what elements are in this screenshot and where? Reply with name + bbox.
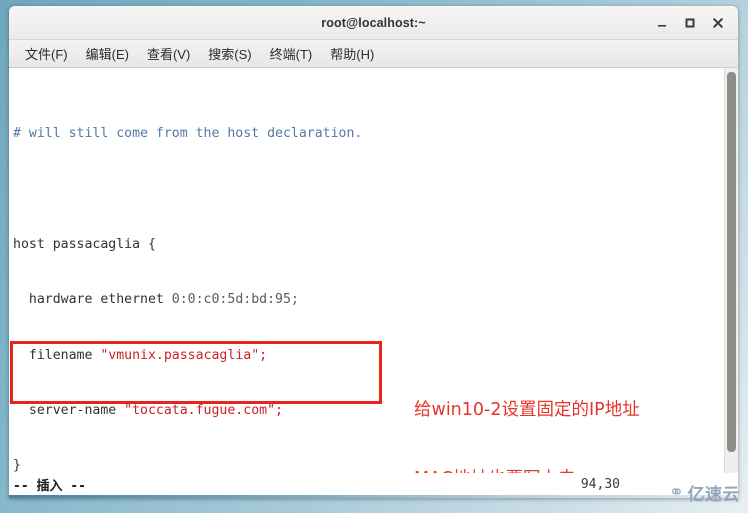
menu-item-view[interactable]: 查看(V) xyxy=(138,42,199,66)
window-controls xyxy=(649,6,731,39)
watermark-text: 亿速云 xyxy=(687,485,740,505)
terminal-window: root@localhost:~ 文件(F) 编辑(E) 查看(V) 搜索(S)… xyxy=(9,6,738,498)
text-line: host passacaglia { xyxy=(13,237,156,253)
menubar: 文件(F) 编辑(E) 查看(V) 搜索(S) 终端(T) 帮助(H) xyxy=(9,40,738,68)
vim-status-line: -- 插入 -- 94,30 xyxy=(9,473,738,495)
close-icon[interactable] xyxy=(705,11,731,35)
vim-mode-indicator: -- 插入 -- xyxy=(13,478,86,494)
window-title: root@localhost:~ xyxy=(321,15,426,30)
window-titlebar[interactable]: root@localhost:~ xyxy=(9,6,738,40)
vim-cursor-position: 94,30 xyxy=(580,476,620,492)
vim-editor-text[interactable]: # will still come from the host declarat… xyxy=(9,68,724,473)
text-line xyxy=(13,181,724,199)
text-line: # will still come from the host declarat… xyxy=(13,126,363,142)
minimize-icon[interactable] xyxy=(649,11,675,35)
menu-item-terminal[interactable]: 终端(T) xyxy=(261,42,322,66)
watermark: ⚭ 亿速云 xyxy=(669,480,740,505)
annotation-text: 给win10-2设置固定的IP地址 MAC地址也要写上去 xyxy=(414,353,640,473)
menu-item-help[interactable]: 帮助(H) xyxy=(321,42,383,66)
scrollbar-thumb[interactable] xyxy=(727,72,736,452)
menu-item-search[interactable]: 搜索(S) xyxy=(199,42,260,66)
terminal-body: # will still come from the host declarat… xyxy=(9,68,738,473)
menu-item-file[interactable]: 文件(F) xyxy=(16,42,77,66)
text-line: hardware ethernet 0:0:c0:5d:bd:95; xyxy=(13,292,299,308)
menu-item-edit[interactable]: 编辑(E) xyxy=(77,42,138,66)
maximize-icon[interactable] xyxy=(677,11,703,35)
watermark-logo-icon: ⚭ xyxy=(668,482,685,503)
vertical-scrollbar[interactable] xyxy=(724,68,738,473)
annotation-line-1: 给win10-2设置固定的IP地址 xyxy=(414,400,640,420)
window-bottom-edge xyxy=(9,495,738,498)
